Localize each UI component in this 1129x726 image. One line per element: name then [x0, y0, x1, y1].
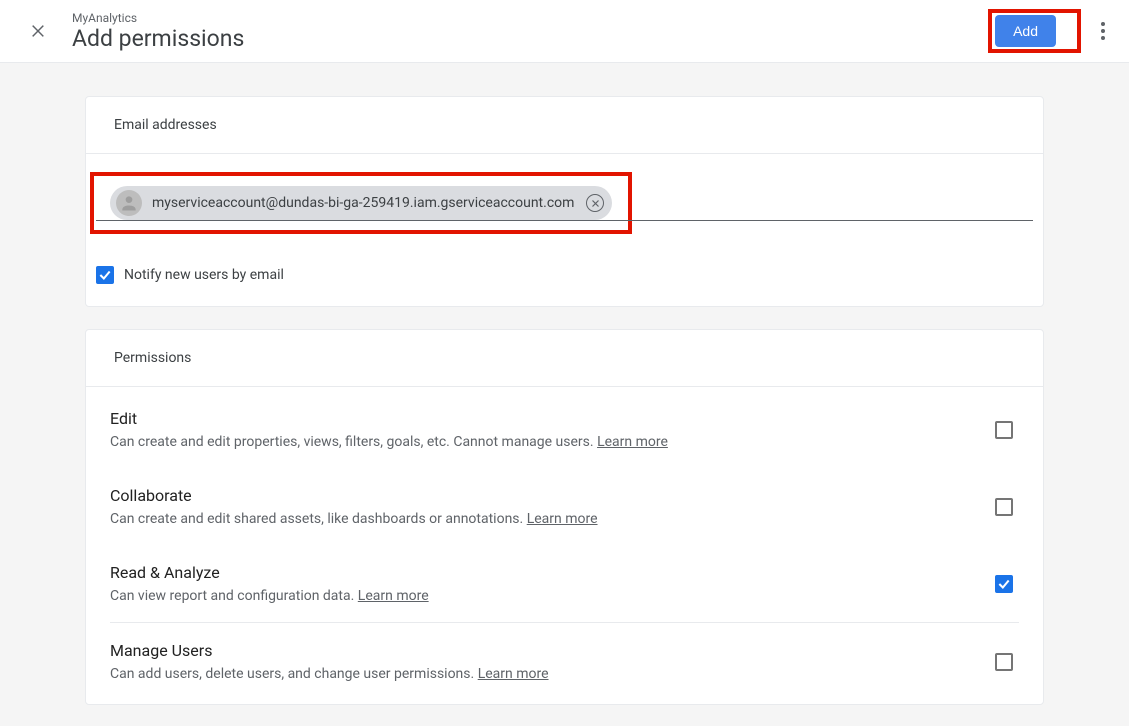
learn-more-link[interactable]: Learn more: [358, 588, 429, 604]
perm-item-edit: Edit Can create and edit properties, vie…: [110, 391, 1019, 468]
perm-title: Collaborate: [110, 486, 995, 505]
perm-checkbox-collaborate[interactable]: [995, 498, 1013, 516]
email-card-body: myserviceaccount@dundas-bi-ga-259419.iam…: [86, 154, 1043, 306]
permissions-card-header: Permissions: [86, 330, 1043, 387]
perm-checkbox-edit[interactable]: [995, 421, 1013, 439]
perm-title: Edit: [110, 409, 995, 428]
perm-desc: Can create and edit properties, views, f…: [110, 434, 995, 450]
page-title: Add permissions: [72, 25, 988, 52]
breadcrumb: MyAnalytics: [72, 11, 988, 25]
perm-title: Manage Users: [110, 641, 995, 660]
learn-more-link[interactable]: Learn more: [527, 511, 598, 527]
perm-desc: Can view report and configuration data. …: [110, 588, 995, 604]
learn-more-link[interactable]: Learn more: [478, 666, 549, 682]
perm-item-manage-users: Manage Users Can add users, delete users…: [110, 623, 1019, 700]
email-card: Email addresses myserviceaccount@dundas-…: [85, 96, 1044, 307]
add-button-highlight: Add: [988, 9, 1081, 53]
person-icon: [116, 190, 142, 216]
notify-row: Notify new users by email: [96, 266, 1019, 284]
perm-desc: Can add users, delete users, and change …: [110, 666, 995, 682]
close-icon[interactable]: [26, 19, 50, 43]
title-block: MyAnalytics Add permissions: [72, 11, 988, 52]
chip-remove-icon[interactable]: [586, 194, 604, 212]
email-chip-highlight: myserviceaccount@dundas-bi-ga-259419.iam…: [90, 172, 632, 234]
email-chip-label: myserviceaccount@dundas-bi-ga-259419.iam…: [152, 195, 574, 211]
top-bar: MyAnalytics Add permissions Add: [0, 0, 1129, 63]
perm-title: Read & Analyze: [110, 563, 995, 582]
perm-desc: Can create and edit shared assets, like …: [110, 511, 995, 527]
perm-item-collaborate: Collaborate Can create and edit shared a…: [110, 468, 1019, 545]
learn-more-link[interactable]: Learn more: [597, 434, 668, 450]
notify-label: Notify new users by email: [124, 267, 284, 283]
notify-checkbox[interactable]: [96, 266, 114, 284]
overflow-menu-icon[interactable]: [1091, 19, 1115, 43]
email-card-header: Email addresses: [86, 97, 1043, 154]
content-area: Email addresses myserviceaccount@dundas-…: [0, 63, 1129, 726]
perm-item-read-analyze: Read & Analyze Can view report and confi…: [110, 545, 1019, 622]
email-input-line[interactable]: [96, 214, 1033, 221]
perm-checkbox-manage-users[interactable]: [995, 653, 1013, 671]
perm-checkbox-read-analyze[interactable]: [995, 575, 1013, 593]
permissions-list: Edit Can create and edit properties, vie…: [86, 387, 1043, 704]
add-button[interactable]: Add: [995, 15, 1056, 47]
permissions-card: Permissions Edit Can create and edit pro…: [85, 329, 1044, 705]
